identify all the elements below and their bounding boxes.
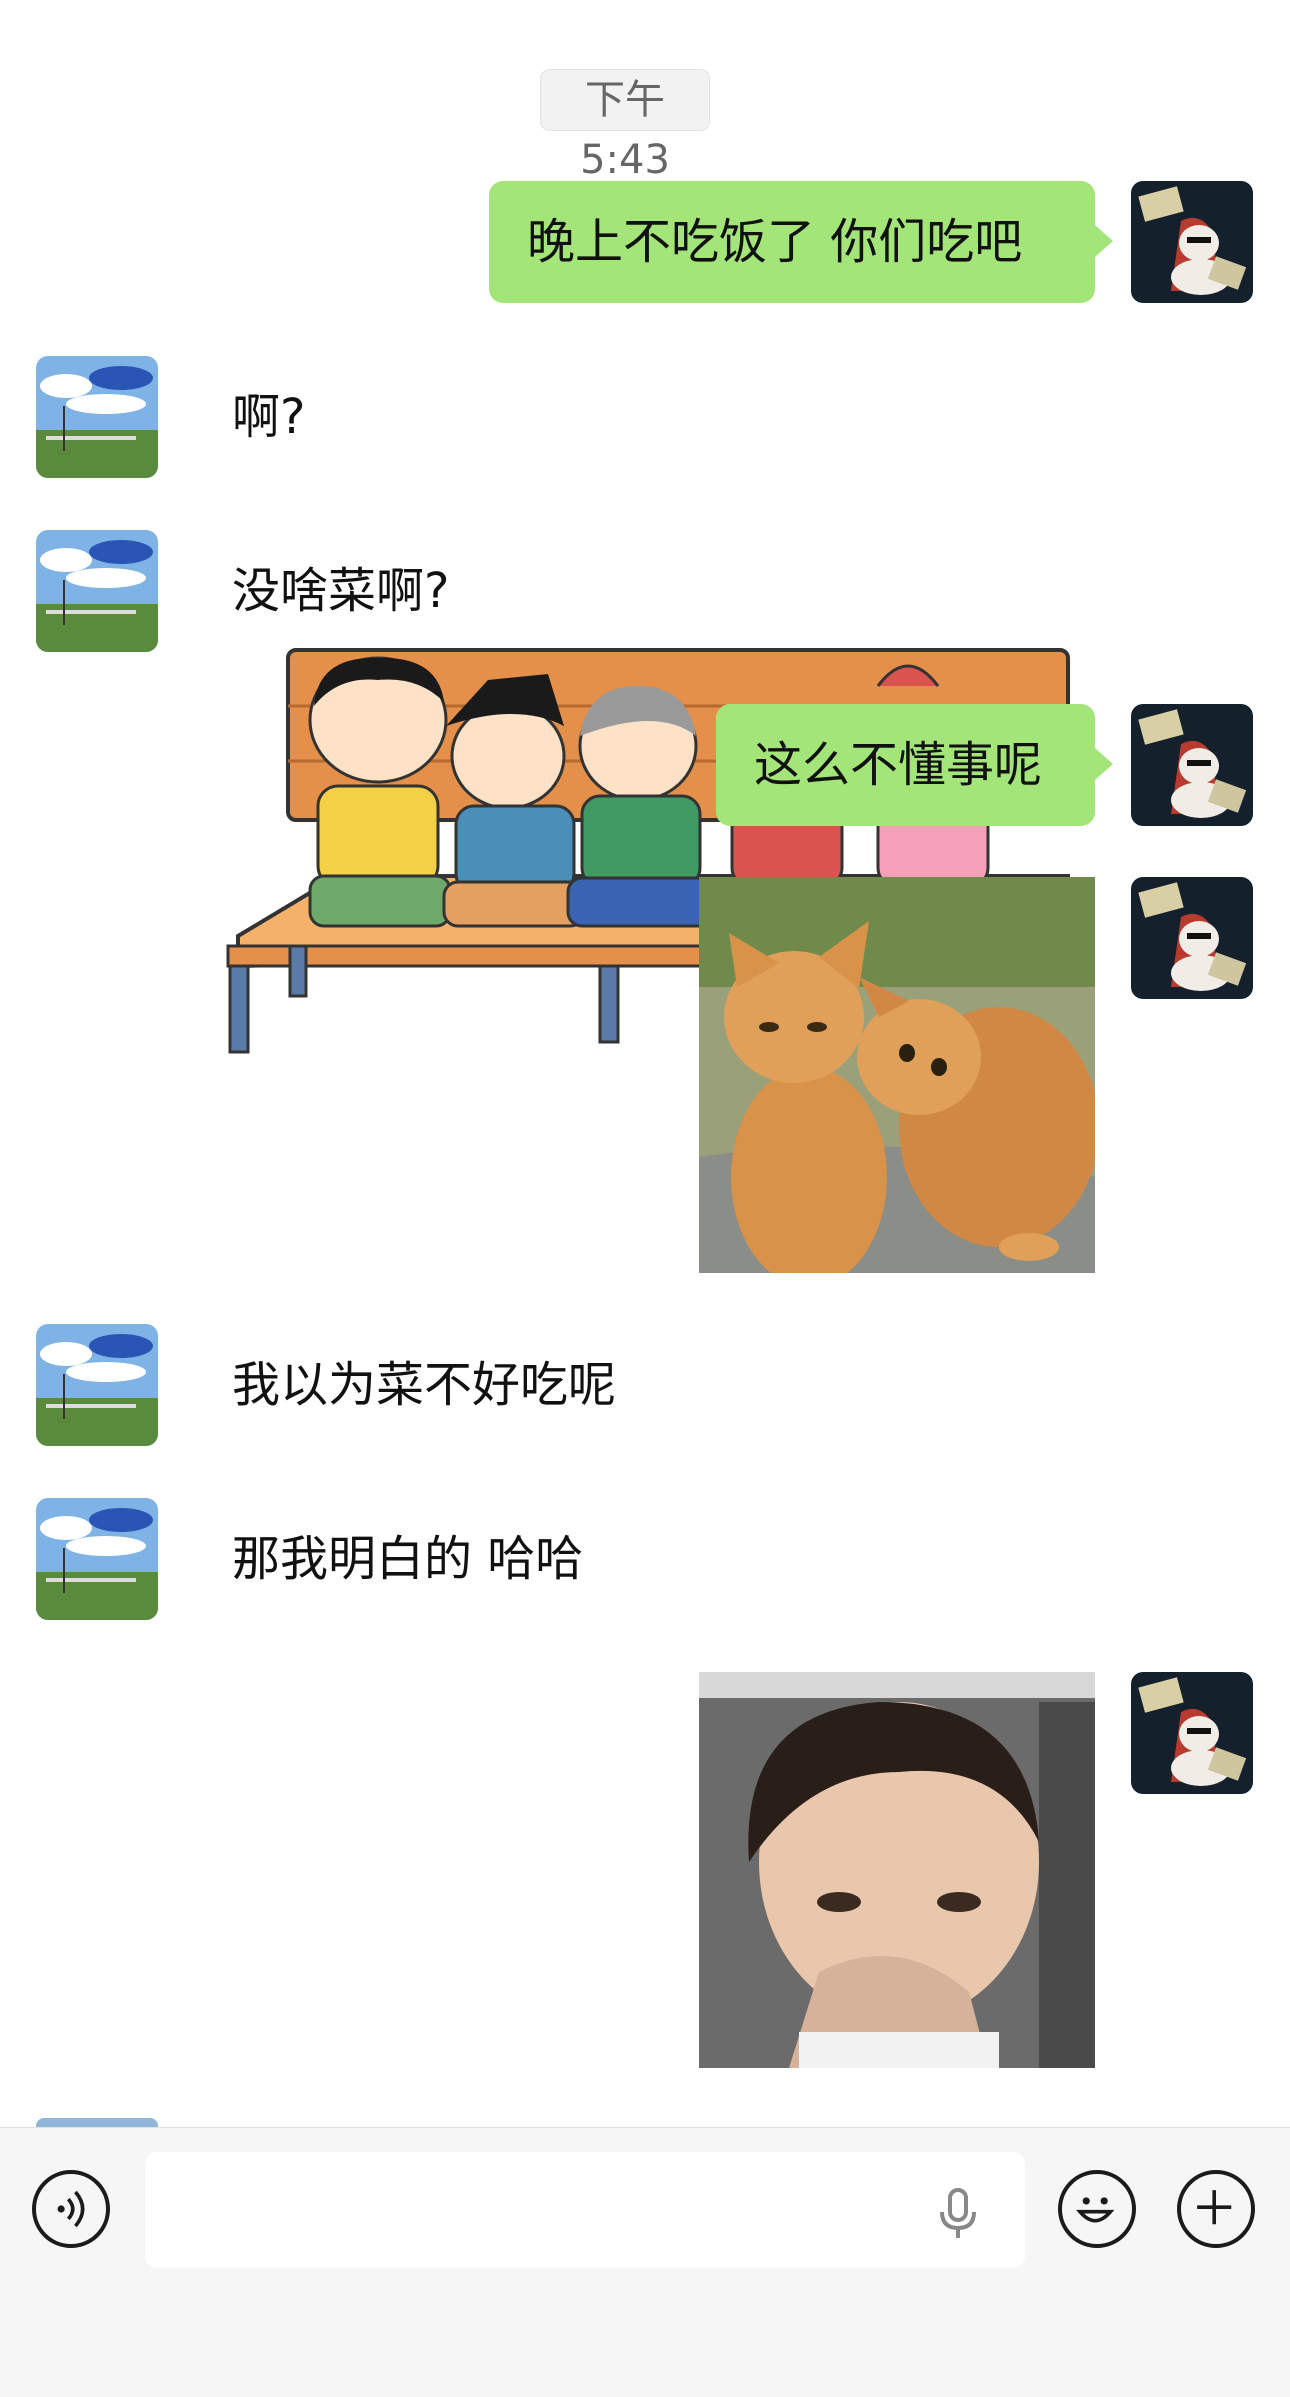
incoming-message-text[interactable]: 那我明白的 哈哈 [232, 1498, 583, 1620]
cat-avatar-image [1131, 1672, 1253, 1794]
message-input-field[interactable] [145, 2152, 1025, 2268]
my-avatar[interactable] [1131, 877, 1253, 999]
outgoing-sticker[interactable] [699, 877, 1095, 1273]
plus-icon [1197, 2190, 1232, 2225]
landscape-avatar-image [36, 1324, 158, 1446]
voice-icon [57, 2190, 85, 2228]
outgoing-message-bubble[interactable]: 这么不懂事呢 [716, 704, 1113, 826]
man-sticker-image [699, 1672, 1095, 2068]
my-avatar[interactable] [1131, 1672, 1253, 1794]
friend-avatar[interactable] [36, 1498, 158, 1620]
landscape-avatar-image [36, 1498, 158, 1620]
outgoing-sticker[interactable] [699, 1672, 1095, 2068]
incoming-message-text[interactable]: 啊? [232, 356, 305, 478]
chat-timestamp: 下午 5:43 [540, 69, 710, 183]
incoming-message-text[interactable]: 我以为菜不好吃呢 [232, 1324, 616, 1446]
my-avatar[interactable] [1131, 181, 1253, 303]
friend-avatar[interactable] [36, 530, 158, 652]
two-cats-image [699, 877, 1095, 1273]
landscape-avatar-image [36, 530, 158, 652]
friend-avatar[interactable] [36, 1324, 158, 1446]
my-avatar[interactable] [1131, 704, 1253, 826]
cat-avatar-image [1131, 704, 1253, 826]
incoming-message-text[interactable]: 没啥菜啊? [232, 530, 449, 652]
landscape-avatar-image [36, 356, 158, 478]
emoji-icon [1076, 2197, 1115, 2223]
friend-avatar[interactable] [36, 356, 158, 478]
voice-toggle-button[interactable] [32, 2170, 110, 2248]
emoji-button[interactable] [1058, 2170, 1136, 2248]
outgoing-message-bubble[interactable]: 晚上不吃饭了 你们吃吧 [489, 181, 1113, 303]
cat-avatar-image [1131, 877, 1253, 999]
cat-avatar-image [1131, 181, 1253, 303]
mic-icon[interactable] [934, 2186, 982, 2242]
more-options-button[interactable] [1177, 2170, 1255, 2248]
